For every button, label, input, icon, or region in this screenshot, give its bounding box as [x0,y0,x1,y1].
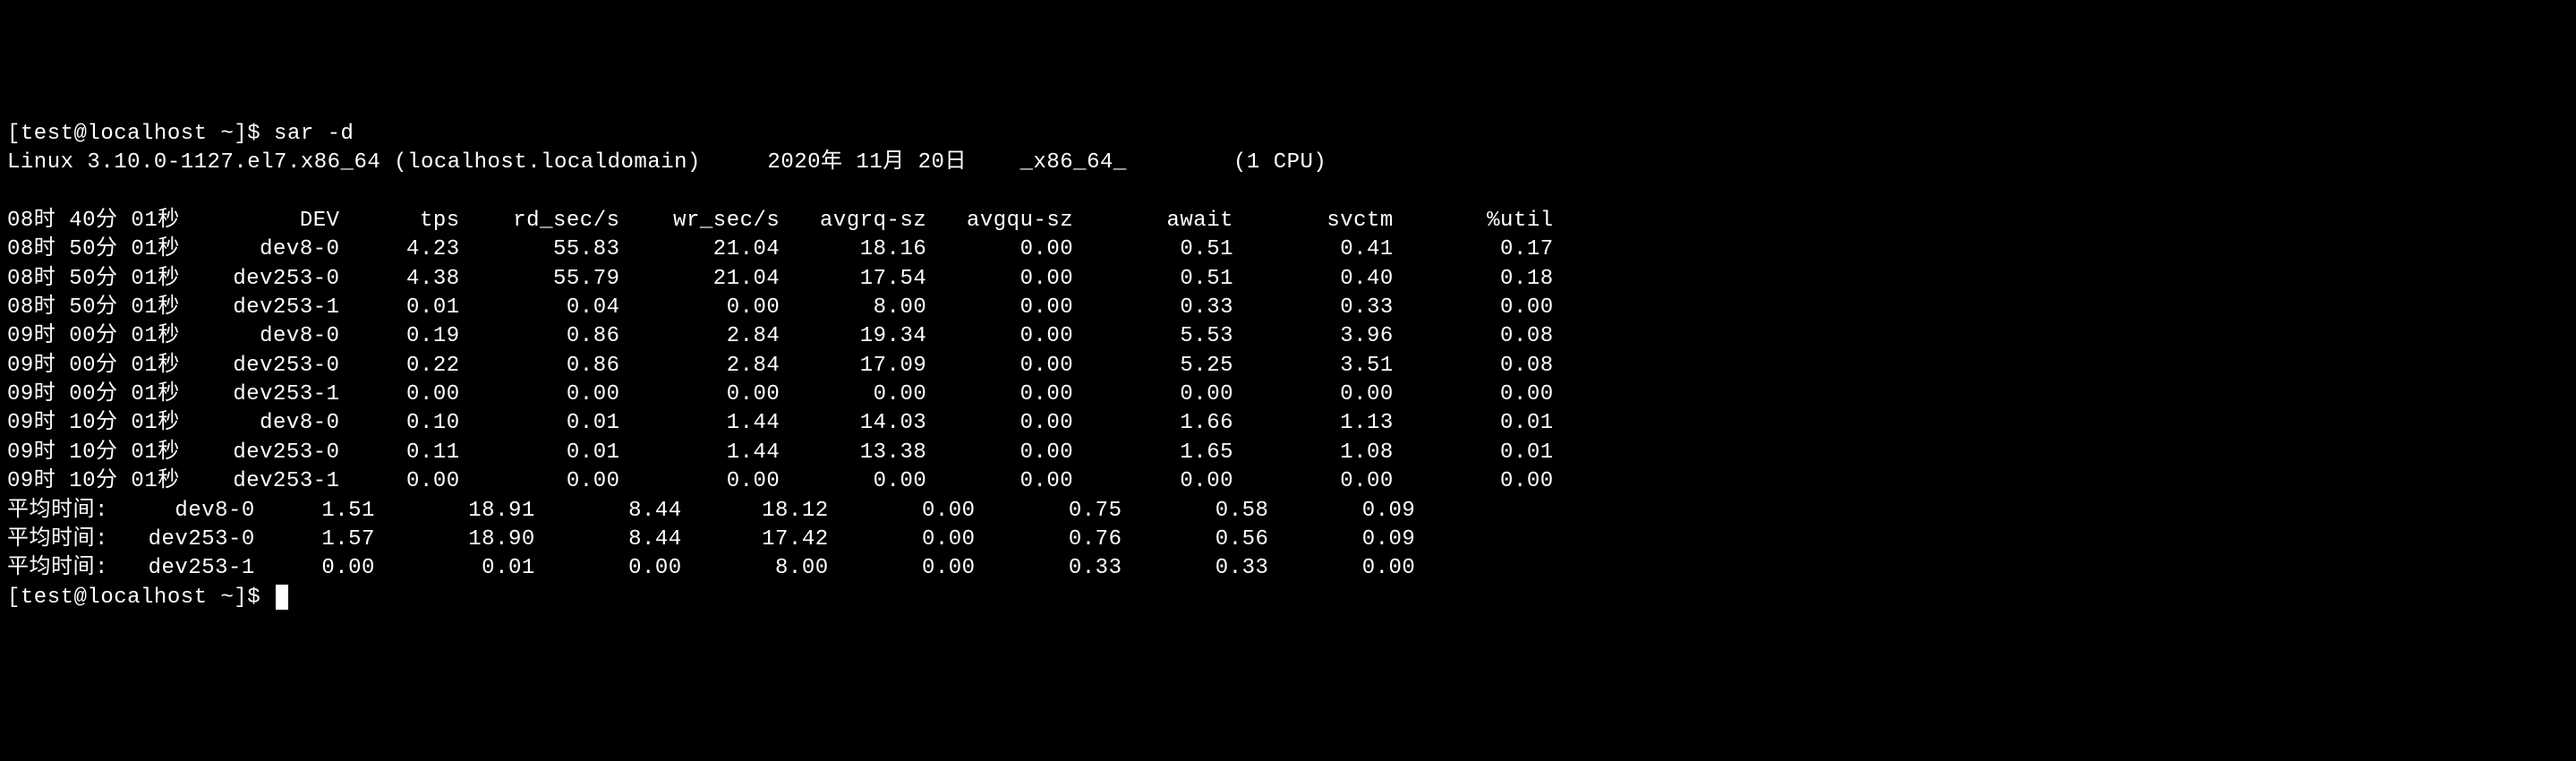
shell-prompt: [test@localhost ~]$ [7,586,274,610]
system-info-line: Linux 3.10.0-1127.el7.x86_64 (localhost.… [7,149,2569,177]
cursor-block [276,585,288,610]
sar-data-row: 09时 00分 01秒 dev253-0 0.22 0.86 2.84 17.0… [7,352,2569,380]
blank-line [7,177,2569,206]
command-text: sar -d [274,122,354,146]
sar-data-row: 08时 50分 01秒 dev253-0 4.38 55.79 21.04 17… [7,265,2569,294]
sar-average-row: 平均时间: dev253-1 0.00 0.01 0.00 8.00 0.00 … [7,554,2569,583]
sar-data-row: 09时 00分 01秒 dev253-1 0.00 0.00 0.00 0.00… [7,380,2569,409]
sar-data-row: 09时 00分 01秒 dev8-0 0.19 0.86 2.84 19.34 … [7,322,2569,351]
sar-data-row: 09时 10分 01秒 dev253-0 0.11 0.01 1.44 13.3… [7,439,2569,467]
prompt-line-final[interactable]: [test@localhost ~]$ [7,584,2569,612]
shell-prompt: [test@localhost ~]$ [7,122,274,146]
sar-data-row: 08时 50分 01秒 dev8-0 4.23 55.83 21.04 18.1… [7,235,2569,264]
sar-header-row: 08时 40分 01秒 DEV tps rd_sec/s wr_sec/s av… [7,207,2569,235]
sar-data-row: 08时 50分 01秒 dev253-1 0.01 0.04 0.00 8.00… [7,294,2569,322]
prompt-line: [test@localhost ~]$ sar -d [7,120,2569,149]
sar-data-row: 09时 10分 01秒 dev8-0 0.10 0.01 1.44 14.03 … [7,409,2569,438]
sar-data-row: 09时 10分 01秒 dev253-1 0.00 0.00 0.00 0.00… [7,467,2569,496]
sar-average-row: 平均时间: dev253-0 1.57 18.90 8.44 17.42 0.0… [7,526,2569,554]
sar-average-row: 平均时间: dev8-0 1.51 18.91 8.44 18.12 0.00 … [7,497,2569,526]
